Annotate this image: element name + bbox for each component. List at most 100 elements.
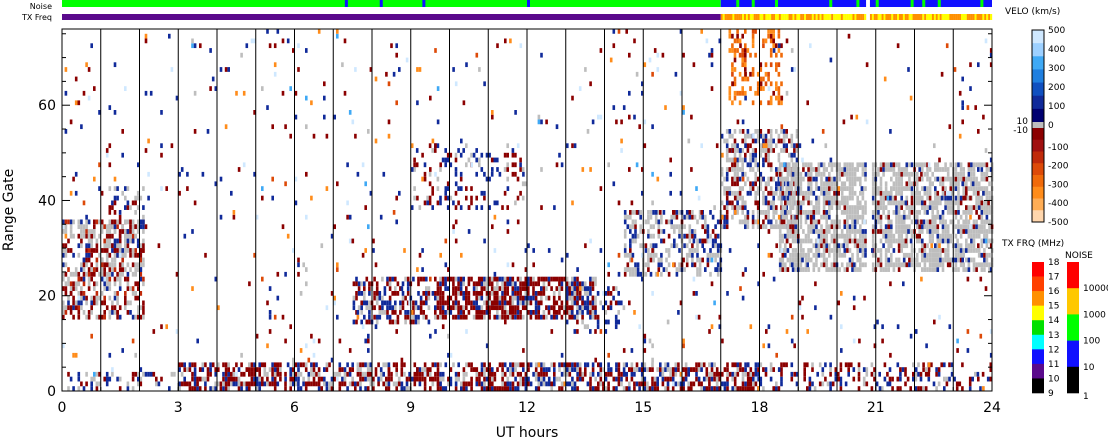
echo-cell [343, 376, 347, 382]
echo-cell [364, 371, 367, 377]
echo-cell [425, 314, 428, 320]
echo-cell [555, 162, 559, 168]
echo-cell [634, 219, 637, 225]
echo-cell [542, 362, 546, 368]
echo-cell [799, 214, 803, 220]
echo-cell [82, 295, 86, 301]
echo-cell [675, 210, 679, 215]
echo-cell [778, 190, 782, 196]
echo-cell [586, 286, 590, 291]
echo-cell [422, 314, 425, 320]
echo-cell [971, 376, 974, 382]
echo-cell [224, 376, 228, 382]
echo-cell [784, 176, 787, 182]
echo-cell [284, 371, 287, 377]
echo-cell [861, 171, 865, 177]
echo-cell [980, 214, 984, 220]
echo-cell [647, 210, 650, 215]
echo-cell [480, 295, 484, 301]
echo-cell [452, 286, 455, 291]
echo-cell [509, 305, 512, 311]
echo-cell [607, 286, 610, 291]
echo-cell [385, 381, 388, 387]
echo-cell [111, 224, 114, 230]
echo-cell [799, 219, 803, 225]
echo-cell [902, 214, 906, 220]
echo-cell [529, 295, 533, 301]
echo-cell [312, 352, 316, 358]
echo-cell [496, 157, 499, 163]
echo-cell [775, 67, 778, 72]
echo-cell [493, 291, 496, 296]
echo-cell [69, 219, 73, 225]
echo-cell [439, 381, 442, 387]
echo-cell [273, 362, 277, 368]
echo-cell [822, 195, 826, 201]
echo-cell [614, 314, 618, 320]
echo-cell [204, 362, 207, 368]
txfreq-bar-segment [881, 14, 884, 20]
echo-cell [923, 171, 927, 177]
echo-cell [297, 371, 300, 377]
echo-cell [706, 224, 710, 230]
echo-cell [883, 362, 887, 368]
echo-cell [542, 376, 546, 382]
echo-cell [333, 114, 336, 120]
echo-cell [594, 300, 597, 306]
echo-cell [116, 376, 119, 382]
echo-cell [198, 376, 202, 382]
echo-cell [354, 381, 357, 387]
echo-cell [696, 252, 699, 258]
echo-cell [822, 248, 826, 253]
echo-cell [465, 362, 468, 368]
echo-cell [822, 214, 826, 220]
echo-cell [822, 181, 826, 187]
echo-cell [617, 376, 621, 382]
echo-cell [488, 381, 491, 387]
echo-cell [957, 243, 960, 249]
echo-cell [764, 81, 768, 87]
echo-cell [589, 81, 592, 87]
echo-cell [439, 376, 442, 382]
echo-cell [786, 267, 790, 272]
echo-cell [714, 243, 717, 249]
echo-cell [660, 214, 663, 220]
echo-cell [970, 233, 973, 239]
echo-cell [354, 386, 357, 391]
echo-cell [820, 190, 823, 196]
echo-cell [131, 286, 135, 291]
echo-cell [870, 371, 874, 377]
echo-cell [944, 252, 947, 258]
echo-cell [871, 267, 875, 272]
echo-cell [336, 181, 339, 187]
echo-cell [90, 376, 93, 382]
echo-cell [846, 229, 849, 234]
echo-cell [573, 300, 577, 306]
echo-cell [111, 305, 114, 311]
echo-cell [390, 376, 393, 382]
echo-cell [807, 200, 810, 206]
echo-cell [848, 229, 852, 234]
echo-cell [764, 210, 768, 215]
echo-cell [457, 362, 460, 368]
echo-cell [828, 267, 831, 272]
echo-cell [728, 90, 732, 96]
echo-cell [934, 190, 937, 196]
echo-cell [191, 376, 194, 382]
txfreq-bar-segment [798, 14, 801, 20]
echo-cell [700, 381, 703, 387]
echo-cell [780, 43, 783, 49]
echo-cell [428, 143, 432, 149]
echo-cell [573, 143, 577, 149]
echo-cell [859, 248, 862, 253]
txfreq-bar-segment [972, 14, 975, 20]
echo-cell [799, 186, 803, 191]
echo-cell [923, 252, 927, 258]
echo-cell [905, 224, 909, 230]
echo-cell [519, 190, 522, 196]
echo-cell [794, 200, 797, 206]
echo-cell [493, 376, 497, 382]
echo-cell [131, 371, 135, 377]
echo-cell [509, 314, 512, 320]
echo-cell [431, 205, 434, 210]
